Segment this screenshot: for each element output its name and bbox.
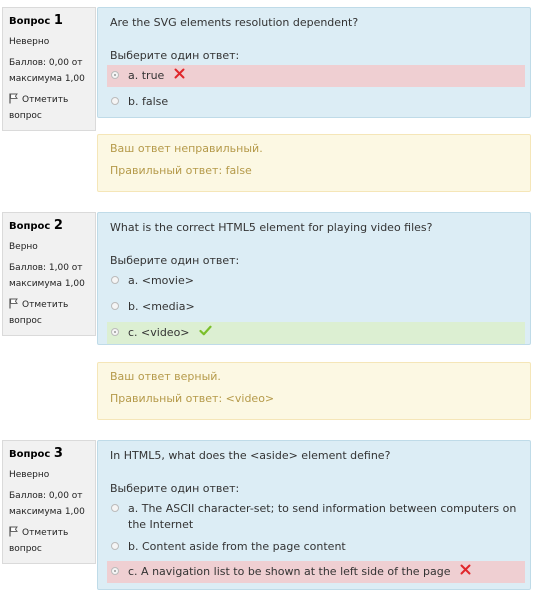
answer-label: a. The ASCII character-set; to send info… <box>128 502 517 531</box>
question-grade: Баллов: 1,00 от максимума 1,00 <box>9 260 91 292</box>
check-icon <box>199 325 212 341</box>
radio-button[interactable] <box>111 567 119 575</box>
question-formulation: Are the SVG elements resolution dependen… <box>97 7 531 118</box>
question-state: Верно <box>9 242 38 252</box>
answer-label: a. true <box>128 69 165 82</box>
grade-line-2: максимума 1,00 <box>9 279 85 289</box>
answer-option[interactable]: c. <video> <box>107 322 525 344</box>
cross-icon <box>174 68 185 84</box>
question-grade: Баллов: 0,00 от максимума 1,00 <box>9 55 91 87</box>
answer-prompt: Выберите один ответ: <box>110 49 240 62</box>
flag-icon <box>9 298 19 309</box>
radio-button[interactable] <box>111 302 119 310</box>
question-grade: Баллов: 0,00 от максимума 1,00 <box>9 488 91 520</box>
answer-label: c. A navigation list to be shown at the … <box>128 565 451 578</box>
feedback-right-answer: Правильный ответ: false <box>110 164 252 177</box>
radio-button[interactable] <box>111 542 119 550</box>
question-formulation: In HTML5, what does the <aside> element … <box>97 440 531 590</box>
question-word: Вопрос <box>9 221 51 232</box>
question-word: Вопрос <box>9 16 51 27</box>
flag-label-1: Отметить <box>22 528 69 538</box>
flag-icon <box>9 526 19 537</box>
answer-list: a. The ASCII character-set; to send info… <box>107 498 530 583</box>
question-text: What is the correct HTML5 element for pl… <box>110 221 433 234</box>
answer-label: b. false <box>128 95 169 108</box>
grade-line-1: Баллов: 0,00 от <box>9 491 83 501</box>
question-info: Вопрос 2 Верно Баллов: 1,00 от максимума… <box>2 212 96 336</box>
feedback-right-answer: Правильный ответ: <video> <box>110 392 275 405</box>
question-title: Вопрос 3 <box>9 447 91 462</box>
answer-prompt: Выберите один ответ: <box>110 254 240 267</box>
answer-label: a. <movie> <box>128 274 194 287</box>
radio-button[interactable] <box>111 504 119 512</box>
question-title: Вопрос 2 <box>9 219 91 234</box>
feedback-box: Ваш ответ верный. Правильный ответ: <vid… <box>97 362 531 420</box>
grade-line-2: максимума 1,00 <box>9 74 85 84</box>
flag-question-link[interactable]: Отметить вопрос <box>9 525 91 557</box>
radio-button[interactable] <box>111 328 119 336</box>
flag-label-1: Отметить <box>22 300 69 310</box>
answer-option[interactable]: a. The ASCII character-set; to send info… <box>107 498 525 536</box>
flag-question-link[interactable]: Отметить вопрос <box>9 297 91 329</box>
answer-option[interactable]: a. <movie> <box>107 270 525 292</box>
answer-option[interactable]: b. Content aside from the page content <box>107 536 525 558</box>
question-state: Неверно <box>9 37 50 47</box>
answer-label: b. <media> <box>128 300 195 313</box>
grade-line-1: Баллов: 1,00 от <box>9 263 83 273</box>
flag-icon <box>9 93 19 104</box>
flag-question-link[interactable]: Отметить вопрос <box>9 92 91 124</box>
radio-button[interactable] <box>111 97 119 105</box>
answer-option[interactable]: b. <media> <box>107 296 525 318</box>
radio-button[interactable] <box>111 276 119 284</box>
grade-line-1: Баллов: 0,00 от <box>9 58 83 68</box>
question-word: Вопрос <box>9 449 51 460</box>
question-info: Вопрос 1 Неверно Баллов: 0,00 от максиму… <box>2 7 96 131</box>
feedback-result: Ваш ответ верный. <box>110 370 221 383</box>
answer-label: b. Content aside from the page content <box>128 540 346 553</box>
answer-list: a. <movie> b. <media> c. <video> <box>107 270 530 344</box>
question-text: In HTML5, what does the <aside> element … <box>110 449 391 462</box>
question-text: Are the SVG elements resolution dependen… <box>110 16 359 29</box>
feedback-result: Ваш ответ неправильный. <box>110 142 263 155</box>
question-number: 2 <box>53 218 63 233</box>
radio-button[interactable] <box>111 71 119 79</box>
cross-icon <box>460 564 471 580</box>
flag-label-2: вопрос <box>9 316 42 326</box>
answer-option[interactable]: b. false <box>107 91 525 113</box>
question-title: Вопрос 1 <box>9 14 91 29</box>
answer-label: c. <video> <box>128 326 190 339</box>
flag-label-1: Отметить <box>22 95 69 105</box>
grade-line-2: максимума 1,00 <box>9 507 85 517</box>
question-formulation: What is the correct HTML5 element for pl… <box>97 212 531 345</box>
answer-list: a. true b. false <box>107 65 530 113</box>
answer-option[interactable]: c. A navigation list to be shown at the … <box>107 561 525 583</box>
flag-label-2: вопрос <box>9 544 42 554</box>
flag-label-2: вопрос <box>9 111 42 121</box>
answer-option[interactable]: a. true <box>107 65 525 87</box>
question-info: Вопрос 3 Неверно Баллов: 0,00 от максиму… <box>2 440 96 564</box>
answer-prompt: Выберите один ответ: <box>110 482 240 495</box>
feedback-box: Ваш ответ неправильный. Правильный ответ… <box>97 134 531 192</box>
question-number: 3 <box>53 446 63 461</box>
question-state: Неверно <box>9 470 50 480</box>
question-number: 1 <box>53 13 63 28</box>
